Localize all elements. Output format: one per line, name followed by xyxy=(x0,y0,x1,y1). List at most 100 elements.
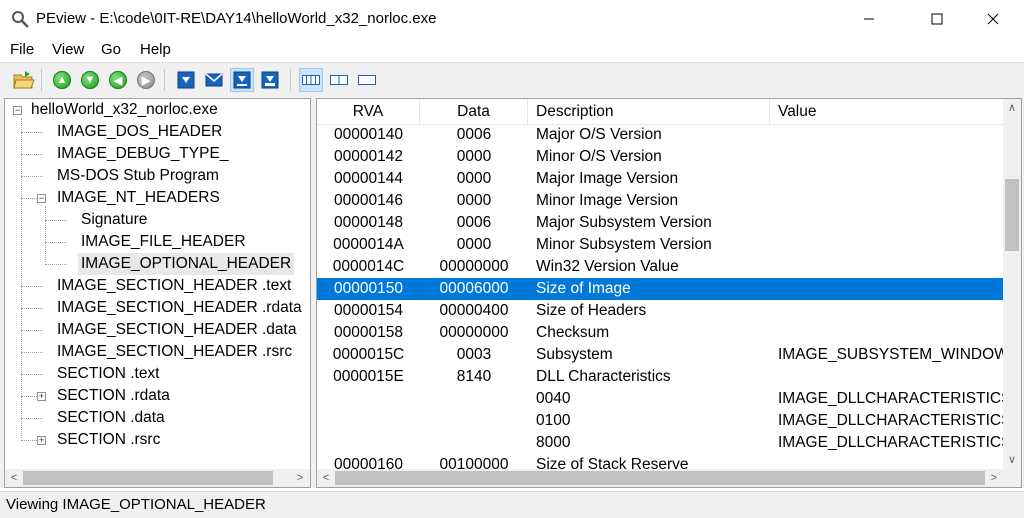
tree-view[interactable]: − − + + helloWorld_x32_norloc.exe IMAGE_… xyxy=(4,98,311,488)
table-row[interactable]: 00000148 0006 Major Subsystem Version xyxy=(317,212,1003,234)
cell-rva: 00000148 xyxy=(334,214,403,231)
save-selected-button[interactable] xyxy=(230,68,254,92)
tree-item-section-data[interactable]: SECTION .data xyxy=(57,407,165,429)
tree-item-file-header[interactable]: IMAGE_FILE_HEADER xyxy=(81,231,246,253)
tree-line xyxy=(21,132,43,133)
tree-line xyxy=(21,118,22,438)
view-dword-button[interactable] xyxy=(355,68,379,92)
export-button[interactable] xyxy=(258,68,282,92)
column-rva[interactable]: RVA xyxy=(317,99,420,124)
cell-description: Major Subsystem Version xyxy=(536,214,712,231)
table-row[interactable]: 00000158 00000000 Checksum xyxy=(317,322,1003,344)
table-row[interactable]: 00000142 0000 Minor O/S Version xyxy=(317,146,1003,168)
table-row[interactable]: 00000140 0006 Major O/S Version xyxy=(317,124,1003,146)
column-value[interactable]: Value xyxy=(770,99,1003,124)
cell-rva: 00000154 xyxy=(334,302,403,319)
scroll-thumb[interactable] xyxy=(335,471,985,485)
cell-data: 0000 xyxy=(456,236,492,253)
scroll-down-icon[interactable]: ∨ xyxy=(1003,451,1021,469)
scroll-left-icon[interactable]: < xyxy=(317,469,335,487)
view-byte-button[interactable] xyxy=(299,68,323,92)
tree-item-section-header-rdata[interactable]: IMAGE_SECTION_HEADER .rdata xyxy=(57,297,302,319)
column-description[interactable]: Description xyxy=(528,99,770,124)
scroll-left-icon[interactable]: < xyxy=(5,469,23,487)
tree-line xyxy=(21,286,43,287)
table-row[interactable]: 0100 IMAGE_DLLCHARACTERISTICS xyxy=(317,410,1011,432)
tree-item-section-rsrc[interactable]: SECTION .rsrc xyxy=(57,429,160,451)
scroll-thumb[interactable] xyxy=(1005,179,1019,251)
cell-data: 00000000 xyxy=(439,258,509,275)
table-row[interactable]: 0040 IMAGE_DLLCHARACTERISTICS xyxy=(317,388,1011,410)
details-list-view[interactable]: RVA Data Description Value 00000140 0006 M… xyxy=(316,98,1022,488)
tree-line xyxy=(21,352,43,353)
menu-file[interactable]: File xyxy=(10,41,34,58)
list-vertical-scrollbar[interactable]: ∧ ∨ xyxy=(1003,99,1021,469)
maximize-icon xyxy=(931,13,943,25)
tree-item-dos-stub[interactable]: MS-DOS Stub Program xyxy=(57,165,219,187)
maximize-button[interactable] xyxy=(914,0,960,38)
tree-line xyxy=(21,374,43,375)
tree-item-dos-header[interactable]: IMAGE_DOS_HEADER xyxy=(57,121,222,143)
up-icon: ▲ xyxy=(53,71,71,89)
up-button[interactable]: ▲ xyxy=(50,68,74,92)
tree-item-root[interactable]: helloWorld_x32_norloc.exe xyxy=(31,99,218,121)
scroll-thumb[interactable] xyxy=(23,471,273,485)
tree-item-section-header-data[interactable]: IMAGE_SECTION_HEADER .data xyxy=(57,319,296,341)
view-word-button[interactable] xyxy=(327,68,351,92)
window-title: PEview - E:\code\0IT-RE\DAY14\helloWorld… xyxy=(36,10,437,27)
tree-item-debug-type[interactable]: IMAGE_DEBUG_TYPE_ xyxy=(57,143,228,165)
down-button[interactable]: ▼ xyxy=(78,68,102,92)
back-icon: ◀ xyxy=(109,71,127,89)
table-row[interactable]: 8000 IMAGE_DLLCHARACTERISTICS xyxy=(317,432,1011,454)
expand-icon[interactable]: + xyxy=(37,392,46,401)
tree-item-nt-headers[interactable]: IMAGE_NT_HEADERS xyxy=(57,187,220,209)
table-row[interactable]: 0000015C 0003 Subsystem IMAGE_SUBSYSTEM_WIN… xyxy=(317,344,1009,366)
cell-description: 8000 xyxy=(536,434,571,451)
cell-description: Minor Subsystem Version xyxy=(536,236,712,253)
cell-value: IMAGE_DLLCHARACTERISTICS xyxy=(778,412,1012,429)
collapse-icon[interactable]: − xyxy=(13,106,22,115)
close-button[interactable] xyxy=(970,0,1016,38)
minimize-button[interactable] xyxy=(846,0,892,38)
down-icon: ▼ xyxy=(81,71,99,89)
table-row[interactable]: 00000146 0000 Minor Image Version xyxy=(317,190,1003,212)
back-button[interactable]: ◀ xyxy=(106,68,130,92)
forward-button[interactable]: ▶ xyxy=(134,68,158,92)
table-row[interactable]: 00000144 0000 Major Image Version xyxy=(317,168,1003,190)
view-word-icon xyxy=(330,75,348,85)
cell-description: Win32 Version Value xyxy=(536,258,679,275)
tree-item-section-rdata[interactable]: SECTION .rdata xyxy=(57,385,170,407)
cell-rva: 0000014C xyxy=(332,258,405,275)
save-button[interactable] xyxy=(174,68,198,92)
tree-item-section-header-rsrc[interactable]: IMAGE_SECTION_HEADER .rsrc xyxy=(57,341,292,363)
cell-data: 0000 xyxy=(456,148,492,165)
collapse-icon[interactable]: − xyxy=(37,194,46,203)
tree-item-section-text[interactable]: SECTION .text xyxy=(57,363,160,385)
scroll-up-icon[interactable]: ∧ xyxy=(1003,99,1021,117)
table-row[interactable]: 0000014A 0000 Minor Subsystem Version xyxy=(317,234,1003,256)
table-row[interactable]: 00000150 00006000 Size of Image xyxy=(317,278,1003,300)
tree-item-optional-header[interactable]: IMAGE_OPTIONAL_HEADER xyxy=(78,253,295,275)
mail-button[interactable] xyxy=(202,68,226,92)
menu-go[interactable]: Go xyxy=(101,41,121,58)
scroll-right-icon[interactable]: > xyxy=(985,469,1003,487)
cell-rva: 0000015E xyxy=(333,368,404,385)
table-row[interactable]: 00000154 00000400 Size of Headers xyxy=(317,300,1003,322)
list-horizontal-scrollbar[interactable]: < > xyxy=(317,469,1021,487)
open-button[interactable] xyxy=(12,68,36,92)
expand-icon[interactable]: + xyxy=(37,436,46,445)
tree-horizontal-scrollbar[interactable]: < > xyxy=(5,469,310,487)
tree-item-section-header-text[interactable]: IMAGE_SECTION_HEADER .text xyxy=(57,275,291,297)
cell-data: 00000400 xyxy=(439,302,509,319)
table-row[interactable]: 0000015E 8140 DLL Characteristics xyxy=(317,366,1003,388)
cell-description: Size of Image xyxy=(536,280,631,297)
tree-item-signature[interactable]: Signature xyxy=(81,209,147,231)
menu-bar: File View Go Help xyxy=(0,38,1024,62)
scroll-right-icon[interactable]: > xyxy=(291,469,309,487)
toolbar-separator xyxy=(41,69,42,91)
menu-help[interactable]: Help xyxy=(140,41,171,58)
tree-line xyxy=(21,308,43,309)
menu-view[interactable]: View xyxy=(52,41,84,58)
column-data[interactable]: Data xyxy=(420,99,528,124)
table-row[interactable]: 0000014C 00000000 Win32 Version Value xyxy=(317,256,1003,278)
